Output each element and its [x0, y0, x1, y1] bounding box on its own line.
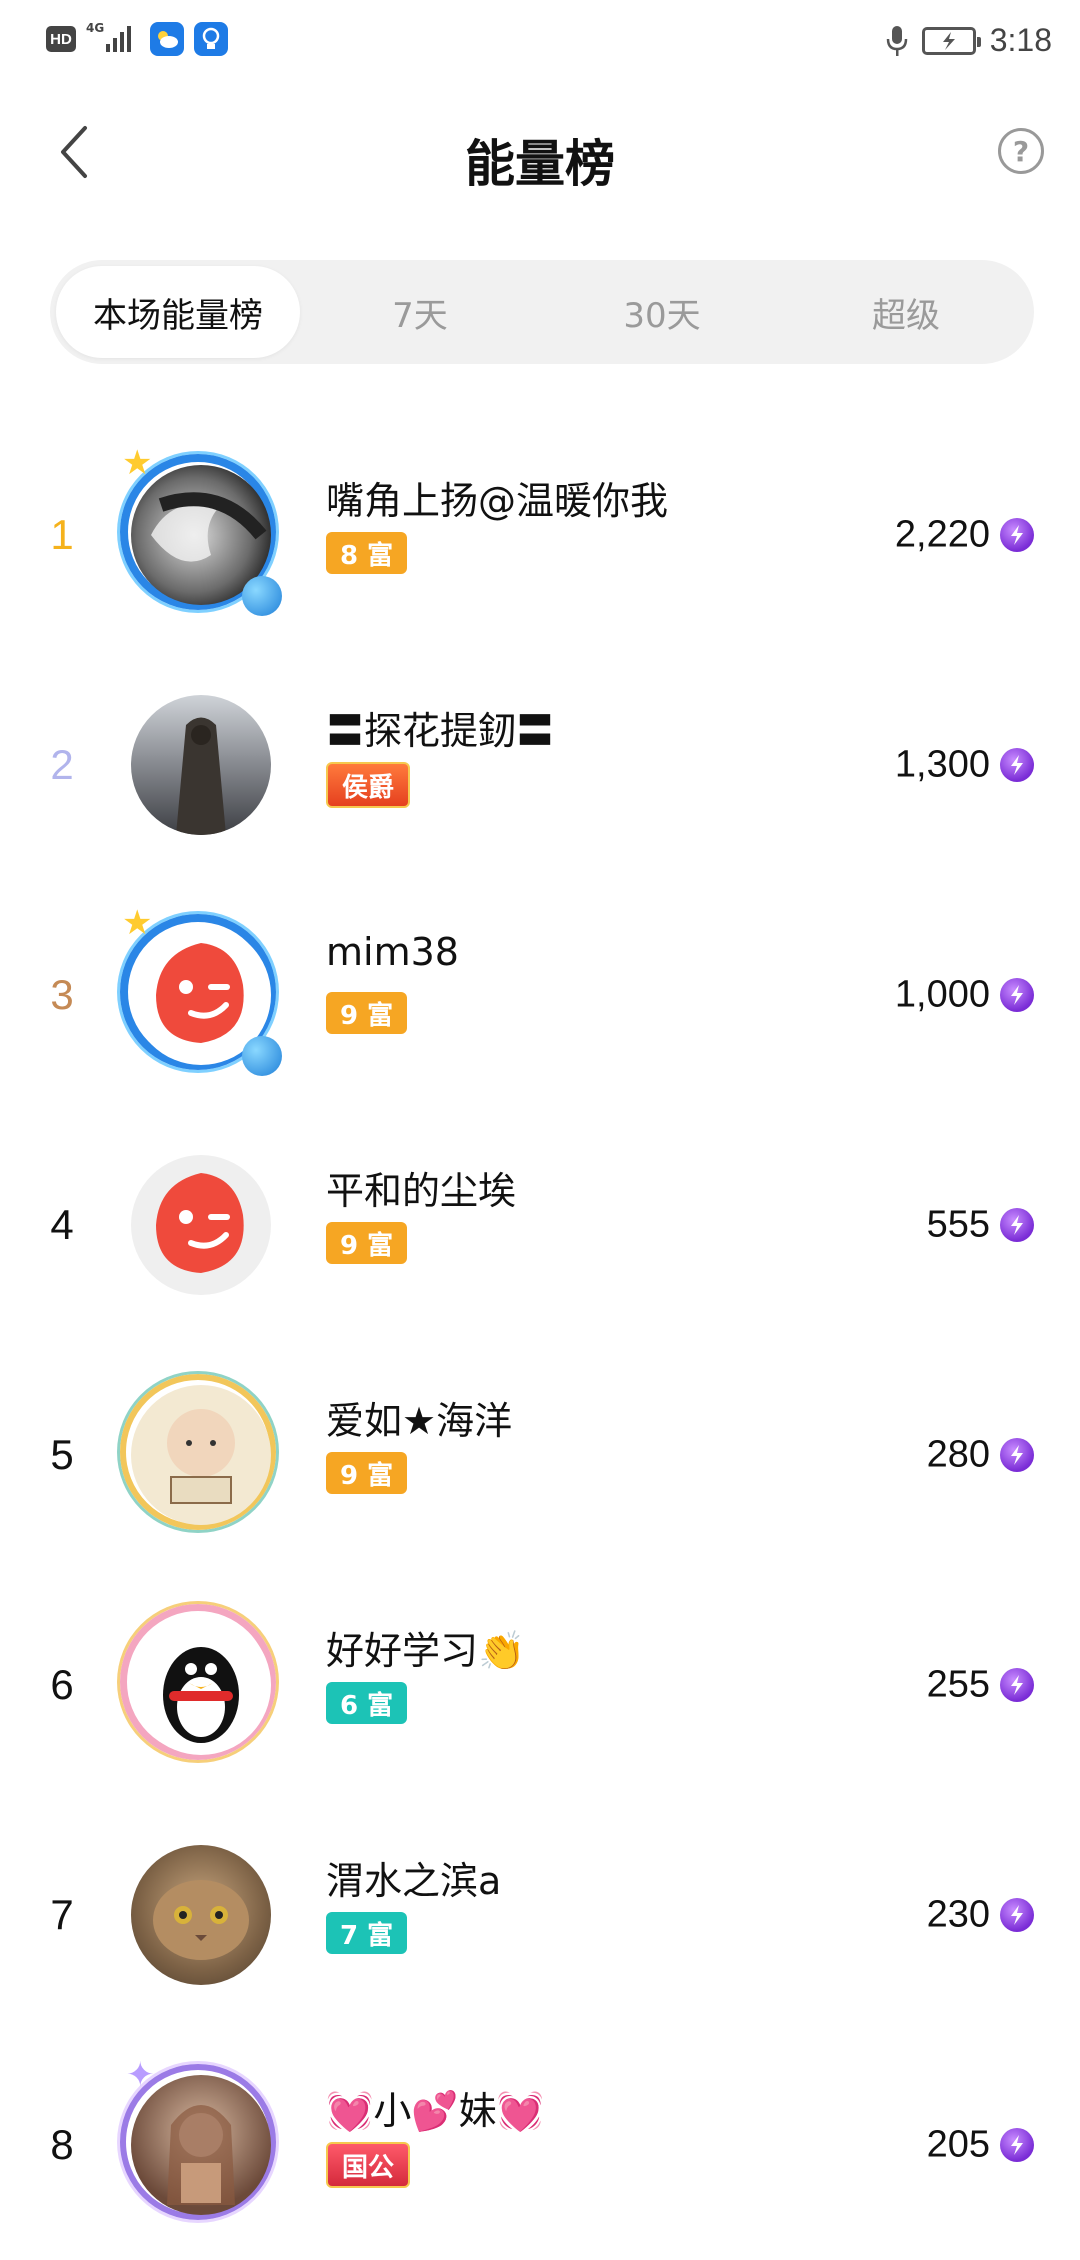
rank-number: 1	[50, 511, 74, 558]
energy-score: 1,000	[894, 973, 990, 1016]
energy-score: 255	[926, 1663, 990, 1706]
rank-number: 6	[50, 1661, 74, 1708]
question-icon: ?	[1012, 134, 1030, 168]
planet-icon	[242, 576, 282, 616]
level-badge: 9 富	[326, 1452, 408, 1494]
level-badge: 9 富	[326, 992, 408, 1034]
energy-icon	[1000, 978, 1034, 1012]
tab-7-days[interactable]: 7天	[300, 266, 540, 358]
page-title: 能量榜	[465, 135, 615, 193]
user-name: 爱如★海洋	[326, 1399, 513, 1443]
user-name: 〓探花提釰〓	[326, 709, 555, 753]
mic-icon	[886, 25, 907, 56]
energy-icon	[1000, 1668, 1034, 1702]
energy-icon	[1000, 2128, 1034, 2162]
energy-icon	[1000, 518, 1034, 552]
tab-30-days[interactable]: 30天	[540, 266, 784, 358]
list-item[interactable]: 3 ★ mim38 9 富 1,000	[0, 880, 1080, 1110]
tab-super[interactable]: 超级	[784, 266, 1028, 358]
user-name: 平和的尘埃	[326, 1169, 517, 1213]
level-badge: 9 富	[326, 1222, 408, 1264]
list-item[interactable]: 7 渭水之滨a 7 富 230	[0, 1800, 1080, 2030]
avatar-frame	[116, 680, 286, 850]
weather-icon	[150, 22, 184, 56]
energy-score: 2,220	[894, 513, 990, 556]
energy-score: 280	[926, 1433, 990, 1476]
list-item[interactable]: 6 好好学习👏 6 富 255	[0, 1570, 1080, 1800]
energy-icon	[1000, 1898, 1034, 1932]
avatar-frame: ★	[116, 906, 286, 1080]
rank-number: 2	[50, 741, 74, 788]
star-icon: ★	[122, 903, 153, 943]
avatar[interactable]	[131, 695, 271, 835]
energy-icon	[1000, 748, 1034, 782]
avatar[interactable]	[131, 1385, 271, 1525]
level-badge: 7 富	[326, 1912, 408, 1954]
avatar[interactable]	[131, 1845, 271, 1985]
list-item[interactable]: 1 ★ 嘴角上扬@温暖你我 8 富 2,220	[0, 420, 1080, 650]
hd-icon: HD	[46, 26, 76, 52]
avatar-frame	[116, 1370, 286, 1540]
lightbulb-icon	[194, 22, 228, 56]
user-name: 好好学习👏	[326, 1629, 526, 1673]
user-name: 渭水之滨a	[326, 1859, 502, 1903]
rank-number: 3	[50, 971, 74, 1018]
star-icon: ★	[122, 443, 153, 483]
user-name: 嘴角上扬@温暖你我	[326, 479, 669, 523]
avatar-frame	[116, 1140, 286, 1310]
list-item[interactable]: 4 平和的尘埃 9 富 555	[0, 1110, 1080, 1340]
energy-score: 555	[926, 1203, 990, 1246]
avatar-frame	[116, 1600, 286, 1770]
user-name: mim38	[326, 930, 459, 974]
energy-icon	[1000, 1208, 1034, 1242]
rank-number: 7	[50, 1891, 74, 1938]
clock: 3:18	[989, 22, 1052, 58]
status-bar: HD 4G 3:18	[0, 0, 1080, 86]
energy-score: 205	[926, 2123, 990, 2166]
rank-number: 4	[50, 1201, 74, 1248]
energy-score: 1,300	[894, 743, 990, 786]
tab-current-session[interactable]: 本场能量榜	[56, 266, 300, 358]
avatar-frame: ★	[116, 446, 286, 620]
title-badge: 侯爵	[326, 762, 411, 808]
help-button[interactable]: ?	[998, 128, 1044, 174]
avatar-frame: ✦	[116, 2055, 286, 2230]
title-badge: 国公	[326, 2142, 411, 2188]
planet-icon	[242, 1036, 282, 1076]
sparkle-icon: ✦	[126, 2055, 155, 2095]
user-name: 💓小💕妹💓	[326, 2089, 544, 2133]
level-badge: 8 富	[326, 532, 408, 574]
energy-score: 230	[926, 1893, 990, 1936]
avatar[interactable]	[131, 1615, 271, 1755]
list-item[interactable]: 2 〓探花提釰〓 侯爵 1,300	[0, 650, 1080, 880]
level-badge: 6 富	[326, 1682, 408, 1724]
rank-number: 8	[50, 2121, 74, 2168]
avatar[interactable]	[131, 1155, 271, 1295]
avatar[interactable]	[131, 2075, 271, 2215]
list-item[interactable]: 8 ✦ 💓小💕妹💓 国公 205	[0, 2030, 1080, 2260]
header: 能量榜 ?	[0, 86, 1080, 226]
avatar-frame	[116, 1830, 286, 2000]
list-item[interactable]: 5 爱如★海洋 9 富 280	[0, 1340, 1080, 1570]
rank-number: 5	[50, 1431, 74, 1478]
signal-icon: 4G	[86, 22, 140, 56]
battery-icon	[921, 26, 981, 55]
energy-icon	[1000, 1438, 1034, 1472]
tab-bar: 本场能量榜 7天 30天 超级	[50, 260, 1034, 364]
